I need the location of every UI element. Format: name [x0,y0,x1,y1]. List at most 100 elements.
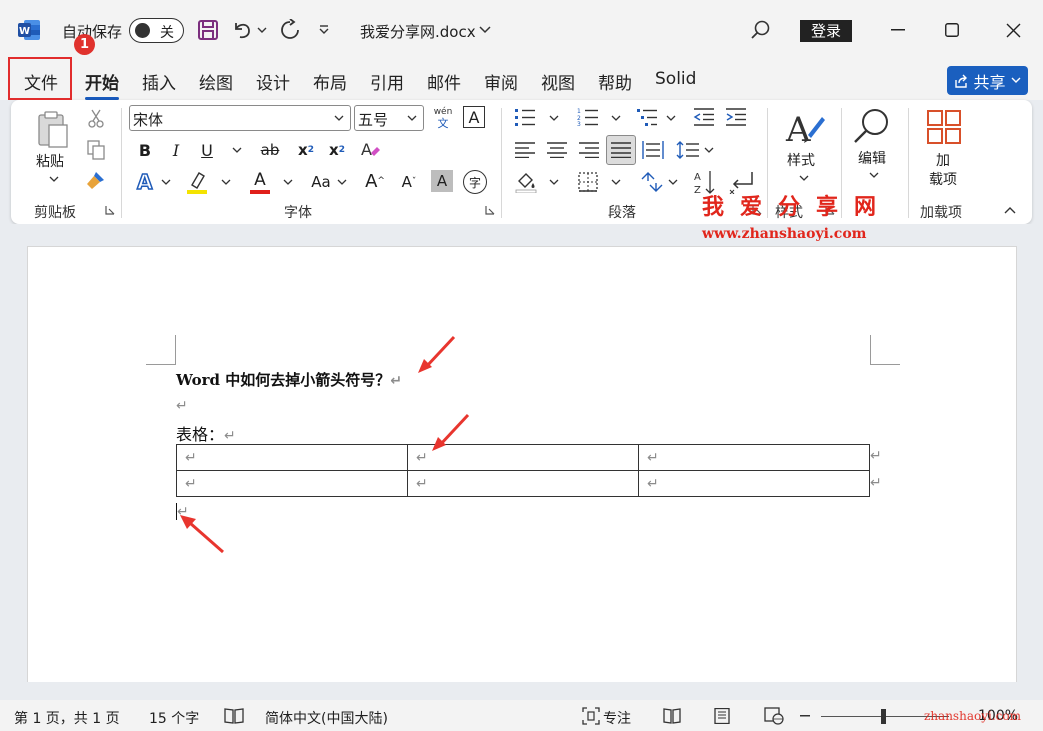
customize-toolbar-icon[interactable] [316,15,332,45]
change-case-dropdown-icon[interactable] [337,179,347,186]
grow-font-button[interactable]: A ^ [363,168,387,194]
undo-dropdown-icon[interactable] [256,15,268,45]
redo-icon[interactable] [277,15,303,45]
search-icon[interactable] [748,15,774,45]
clear-formatting-icon[interactable]: A [358,138,382,162]
tab-draw[interactable]: 绘图 [199,69,233,94]
focus-icon[interactable] [582,707,600,725]
tab-view[interactable]: 视图 [541,69,575,94]
italic-button[interactable]: I [166,138,186,162]
shrink-font-button[interactable]: Aˇ [397,170,421,194]
copy-icon[interactable] [85,139,107,161]
subscript-button[interactable]: x2 [295,138,317,162]
word-count[interactable]: 15 个字 [149,708,199,728]
strikethrough-button[interactable]: ab [257,138,283,162]
format-painter-icon[interactable] [85,169,107,191]
asian-layout-icon[interactable] [639,170,665,194]
bold-button[interactable]: B [135,138,155,162]
change-case-button[interactable]: Aa [307,170,335,194]
focus-label[interactable]: 专注 [603,708,631,728]
tab-references[interactable]: 引用 [370,69,404,94]
document-table[interactable]: ↵ ↵ ↵ ↵ ↵ ↵ [176,444,870,497]
font-color-button[interactable]: A [248,168,272,196]
zoom-out-icon[interactable] [800,715,810,717]
zoom-slider-thumb[interactable] [881,709,886,724]
page-count[interactable]: 第 1 页，共 1 页 [14,708,120,728]
addins-icon[interactable] [925,108,963,146]
addins-label-line1[interactable]: 加 [936,150,950,170]
character-shading-button[interactable]: A [431,170,453,192]
numbering-dropdown-icon[interactable] [611,115,621,122]
read-mode-icon[interactable] [663,708,681,724]
align-center-icon[interactable] [545,138,569,162]
multilevel-dropdown-icon[interactable] [666,115,676,122]
distributed-icon[interactable] [641,138,665,162]
justify-icon[interactable] [606,135,636,165]
asian-layout-dropdown-icon[interactable] [668,179,678,186]
editing-dropdown-icon[interactable] [869,172,879,179]
print-layout-icon[interactable] [714,708,730,724]
phonetic-guide-icon[interactable]: wén 文 [431,104,455,132]
document-heading[interactable]: Word 中如何去掉小箭头符号？↵ [176,369,402,390]
line-spacing-dropdown-icon[interactable] [704,147,714,154]
font-family-combo[interactable]: 宋体 [129,105,351,131]
underline-button[interactable]: U [197,138,217,162]
undo-icon[interactable] [230,15,254,45]
login-button[interactable]: 登录 [800,20,852,42]
language-indicator[interactable]: 简体中文(中国大陆) [265,708,388,728]
empty-paragraph[interactable]: ↵ [176,395,188,414]
styles-icon[interactable]: A [783,106,827,150]
tab-design[interactable]: 设计 [256,69,290,94]
font-size-combo[interactable]: 五号 [354,105,424,131]
tab-mailings[interactable]: 邮件 [427,69,461,94]
paste-dropdown-icon[interactable] [49,176,59,183]
tab-solid[interactable]: Solid [655,69,696,89]
web-layout-icon[interactable] [764,707,784,725]
cut-icon[interactable] [85,108,107,130]
table-cell[interactable]: ↵ [176,470,408,497]
tab-insert[interactable]: 插入 [142,69,176,94]
maximize-icon[interactable] [937,15,967,45]
font-launcher-icon[interactable] [485,205,495,215]
align-right-icon[interactable] [577,138,601,162]
bullets-dropdown-icon[interactable] [549,115,559,122]
find-icon[interactable] [851,106,891,146]
decrease-indent-icon[interactable] [692,106,716,128]
font-color-dropdown-icon[interactable] [283,179,293,186]
styles-dropdown-icon[interactable] [799,175,809,182]
table-cell[interactable]: ↵ [407,470,639,497]
minimize-icon[interactable] [883,15,913,45]
document-title[interactable]: 我爱分享网.docx [360,21,476,42]
borders-dropdown-icon[interactable] [611,179,621,186]
bullets-icon[interactable] [513,106,537,128]
numbering-icon[interactable]: 123 [576,106,600,128]
borders-icon[interactable] [576,170,600,194]
collapse-ribbon-icon[interactable] [1004,206,1016,214]
paste-label[interactable]: 粘贴 [36,151,64,171]
text-effects-dropdown-icon[interactable] [161,179,171,186]
text-effects-button[interactable]: A [135,170,157,194]
autosave-toggle[interactable]: 关 [129,18,184,43]
tab-home[interactable]: 开始 [85,69,119,100]
tab-help[interactable]: 帮助 [598,69,632,94]
editing-button-label[interactable]: 编辑 [858,148,886,168]
multilevel-list-icon[interactable] [635,106,659,128]
shading-dropdown-icon[interactable] [549,179,559,186]
close-icon[interactable] [998,15,1028,45]
table-cell[interactable]: ↵ [638,470,870,497]
document-page[interactable]: Word 中如何去掉小箭头符号？↵ ↵ 表格：↵ ↵ ↵ ↵ ↵ ↵ ↵ ↵ ↵… [27,246,1017,682]
styles-button-label[interactable]: 样式 [787,150,815,170]
line-spacing-icon[interactable] [675,138,701,162]
table-cell[interactable]: ↵ [638,444,870,471]
enclose-characters-button[interactable]: 字 [463,170,487,194]
increase-indent-icon[interactable] [724,106,748,128]
tab-layout[interactable]: 布局 [313,69,347,94]
shading-icon[interactable] [513,170,539,194]
table-cell[interactable]: ↵ [176,444,408,471]
align-left-icon[interactable] [513,138,537,162]
addins-label-line2[interactable]: 载项 [929,169,957,189]
share-button[interactable]: 共享 [947,66,1028,95]
superscript-button[interactable]: x2 [326,138,348,162]
underline-dropdown-icon[interactable] [232,147,242,154]
highlight-dropdown-icon[interactable] [221,179,231,186]
